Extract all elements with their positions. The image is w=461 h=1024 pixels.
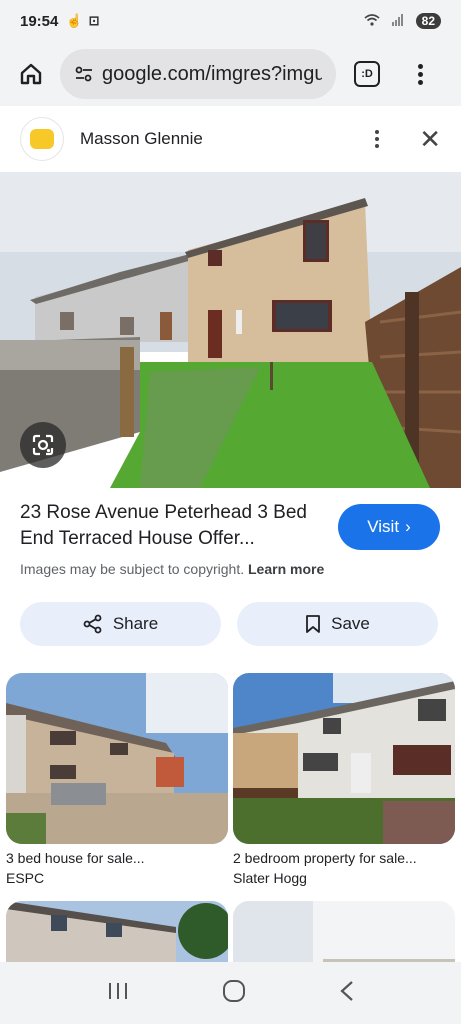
lens-button[interactable] — [20, 422, 66, 468]
related-thumbnail[interactable] — [233, 673, 455, 844]
related-thumbnail[interactable] — [6, 901, 228, 963]
google-lens-icon — [32, 434, 54, 456]
copyright-text: Images may be subject to copyright. — [20, 561, 245, 577]
back-button[interactable] — [339, 980, 355, 1007]
status-time: 19:54 — [20, 12, 59, 30]
battery-indicator: 82 — [415, 13, 441, 29]
related-title[interactable]: 3 bed house for sale... — [6, 850, 228, 866]
more-vert-icon — [375, 130, 380, 134]
more-icon-dot — [418, 71, 423, 77]
screenshot-icon: ⊡ — [88, 13, 100, 28]
share-icon — [83, 614, 102, 634]
visit-button[interactable]: Visit › — [338, 504, 440, 550]
screen: 19:54 ☝ ⊡ 82 google.com/imgres?imgu :D M… — [0, 0, 461, 1024]
result-title-block: 23 Rose Avenue Peterhead 3 Bed End Terra… — [20, 500, 320, 552]
status-bar: 19:54 ☝ ⊡ 82 — [0, 0, 461, 42]
bookmark-icon — [306, 615, 321, 633]
wifi-icon — [364, 13, 380, 29]
more-vert-icon-dot — [375, 144, 380, 148]
related-result[interactable]: 2 bedroom property for sale... Slater Ho… — [233, 673, 455, 886]
related-source: Slater Hogg — [233, 870, 307, 886]
more-icon-dot — [418, 79, 423, 85]
share-label: Share — [112, 614, 159, 633]
related-thumbnail[interactable] — [233, 901, 455, 963]
result-title[interactable]: 23 Rose Avenue Peterhead 3 Bed End Terra… — [20, 500, 320, 552]
more-vert-icon-dot — [375, 137, 380, 141]
related-result[interactable] — [6, 901, 228, 963]
status-right: 82 — [364, 13, 441, 29]
source-name[interactable]: Masson Glennie — [80, 129, 203, 149]
address-bar[interactable]: google.com/imgres?imgu — [60, 49, 336, 99]
home-icon — [20, 63, 42, 85]
learn-more-link[interactable]: Learn more — [248, 561, 324, 577]
chevron-right-icon: › — [405, 517, 411, 536]
recent-apps-button[interactable] — [107, 981, 129, 1006]
site-settings-icon[interactable] — [74, 64, 94, 84]
signal-icon — [391, 13, 404, 29]
browser-toolbar: google.com/imgres?imgu :D — [0, 42, 461, 106]
source-logo[interactable] — [20, 117, 64, 161]
related-result[interactable]: 3 bed house for sale... ESPC — [6, 673, 228, 886]
close-button[interactable]: ✕ — [419, 126, 441, 152]
house-photo — [0, 172, 461, 488]
main-image[interactable] — [0, 172, 461, 488]
related-result[interactable] — [233, 901, 455, 963]
more-options-button[interactable] — [375, 130, 380, 148]
related-title[interactable]: 2 bedroom property for sale... — [233, 850, 455, 866]
back-icon — [339, 980, 353, 1001]
recent-apps-icon — [108, 982, 127, 999]
url-text: google.com/imgres?imgu — [102, 62, 322, 85]
home-button[interactable] — [12, 55, 50, 93]
share-button[interactable]: Share — [20, 602, 221, 646]
related-source: ESPC — [6, 870, 45, 886]
related-thumbnail[interactable] — [6, 673, 228, 844]
browser-menu-button[interactable] — [418, 63, 423, 85]
more-icon — [418, 63, 423, 69]
save-button[interactable]: Save — [237, 602, 438, 646]
notification-icon: ☝ — [66, 13, 83, 28]
visit-label: Visit — [367, 517, 400, 536]
source-header: Masson Glennie ✕ — [0, 106, 461, 172]
system-nav-bar — [0, 962, 461, 1024]
save-label: Save — [331, 614, 370, 633]
home-circle-icon — [222, 979, 245, 1002]
home-nav-button[interactable] — [222, 979, 246, 1008]
copyright-notice: Images may be subject to copyright. Lear… — [20, 561, 324, 577]
tab-switcher-button[interactable]: :D — [354, 61, 380, 87]
source-logo-mark — [30, 129, 54, 149]
